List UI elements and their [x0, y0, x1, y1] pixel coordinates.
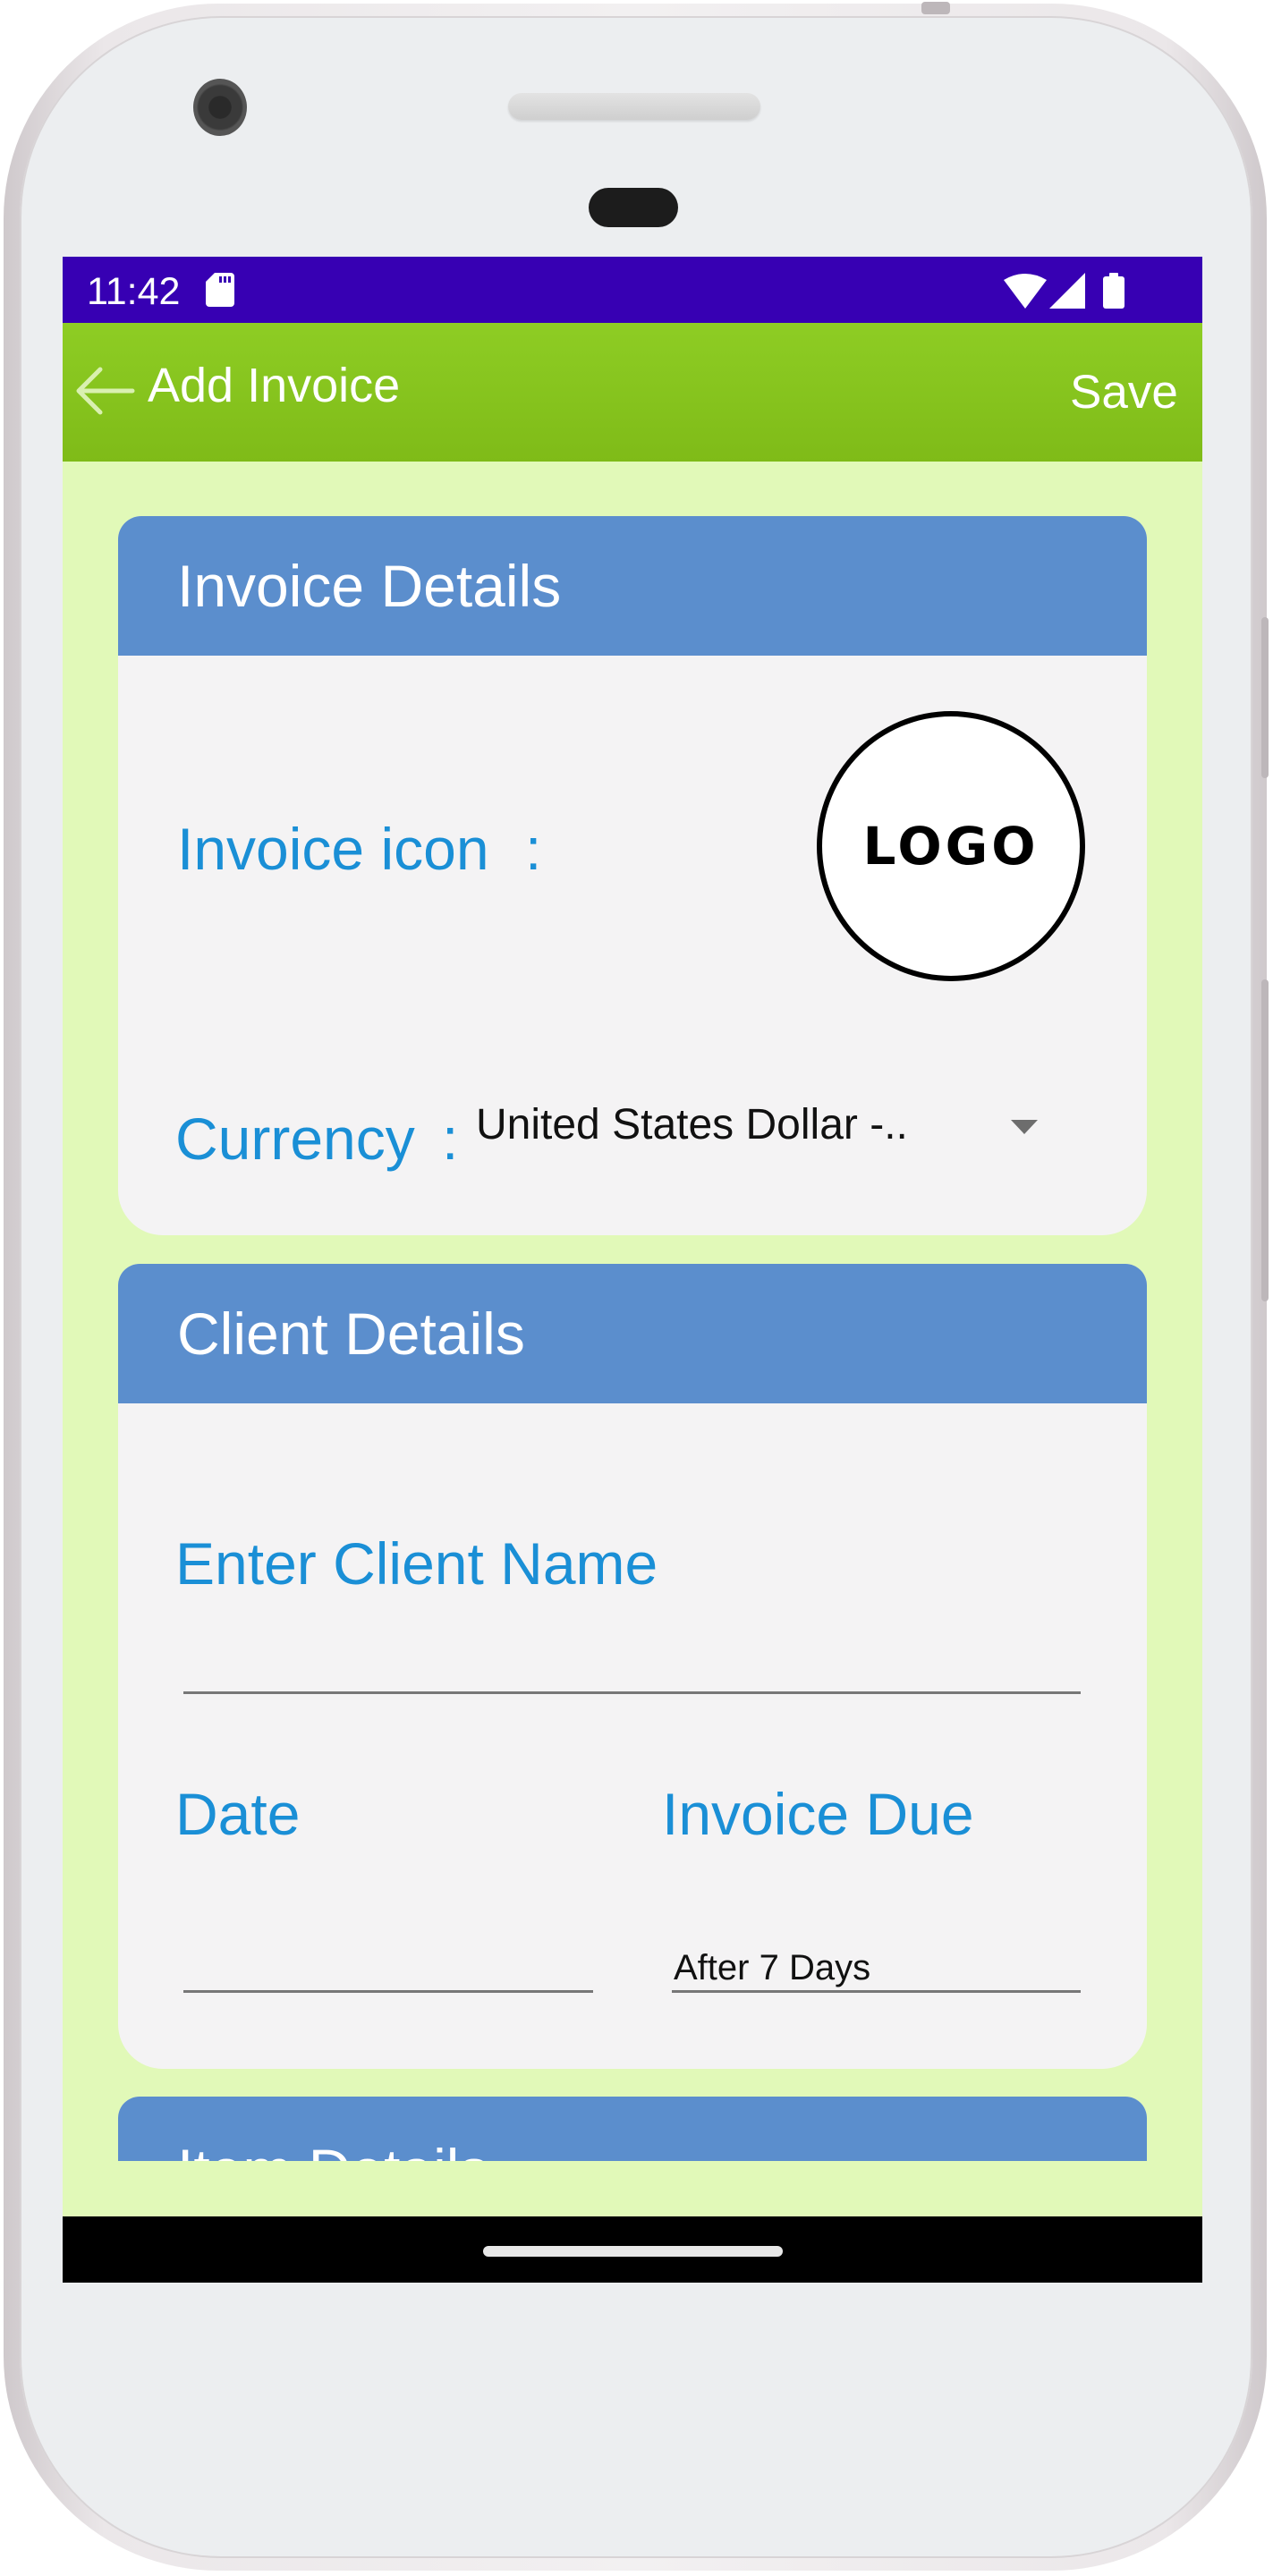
- invoice-due-dropdown[interactable]: After 7 Days: [672, 1908, 1081, 1990]
- currency-dropdown[interactable]: United States Dollar -..: [476, 1093, 1057, 1156]
- proximity-sensor: [589, 188, 678, 227]
- date-input[interactable]: [183, 1881, 593, 1988]
- date-label: Date: [175, 1781, 301, 1847]
- currency-value: United States Dollar -..: [476, 1101, 908, 1148]
- client-details-card: Client Details Enter Client Name Date In…: [118, 1264, 1147, 2069]
- invoice-form[interactable]: Invoice Details Invoice icon : LOGO Curr…: [63, 462, 1202, 2216]
- invoice-details-title: Invoice Details: [177, 553, 562, 619]
- currency-label: Currency: [175, 1106, 415, 1172]
- navigation-bar: [63, 2216, 1202, 2283]
- save-button[interactable]: Save: [1070, 364, 1178, 421]
- cellular-signal-icon: [1049, 273, 1085, 309]
- client-details-title: Client Details: [177, 1301, 525, 1367]
- power-button: [1261, 617, 1269, 778]
- top-button: [921, 2, 950, 14]
- client-details-header: Client Details: [118, 1264, 1147, 1403]
- client-name-input[interactable]: [183, 1532, 1081, 1693]
- invoice-details-header: Invoice Details: [118, 516, 1147, 656]
- page-title: Add Invoice: [148, 359, 401, 412]
- home-gesture-handle[interactable]: [483, 2246, 783, 2257]
- invoice-due-label: Invoice Due: [662, 1781, 974, 1847]
- arrow-left-icon[interactable]: [73, 366, 136, 416]
- status-bar: 11:42: [63, 257, 1202, 323]
- invoice-icon-label: Invoice icon: [177, 816, 489, 882]
- logo-text: LOGO: [862, 816, 1040, 877]
- invoice-icon-separator: :: [525, 816, 542, 882]
- front-camera: [193, 79, 247, 136]
- volume-button: [1261, 979, 1269, 1301]
- invoice-due-underline: [672, 1990, 1081, 1993]
- battery-icon: [1103, 273, 1124, 309]
- app-bar: Add Invoice Save: [63, 323, 1202, 462]
- screen: 11:42 Add Invoice Save Invoice Details I…: [63, 257, 1202, 2283]
- sd-card-icon: [206, 273, 234, 307]
- invoice-logo-button[interactable]: LOGO: [817, 711, 1085, 981]
- wifi-icon: [1004, 274, 1047, 309]
- invoice-details-card: Invoice Details Invoice icon : LOGO Curr…: [118, 516, 1147, 1235]
- client-name-underline: [183, 1691, 1081, 1694]
- earpiece-speaker: [508, 93, 760, 120]
- caret-down-icon: [1011, 1120, 1038, 1134]
- scroll-clip-area: [63, 2161, 1202, 2216]
- date-underline: [183, 1990, 593, 1993]
- currency-separator: :: [442, 1106, 459, 1172]
- invoice-due-value: After 7 Days: [674, 1948, 871, 1987]
- status-time: 11:42: [87, 270, 181, 313]
